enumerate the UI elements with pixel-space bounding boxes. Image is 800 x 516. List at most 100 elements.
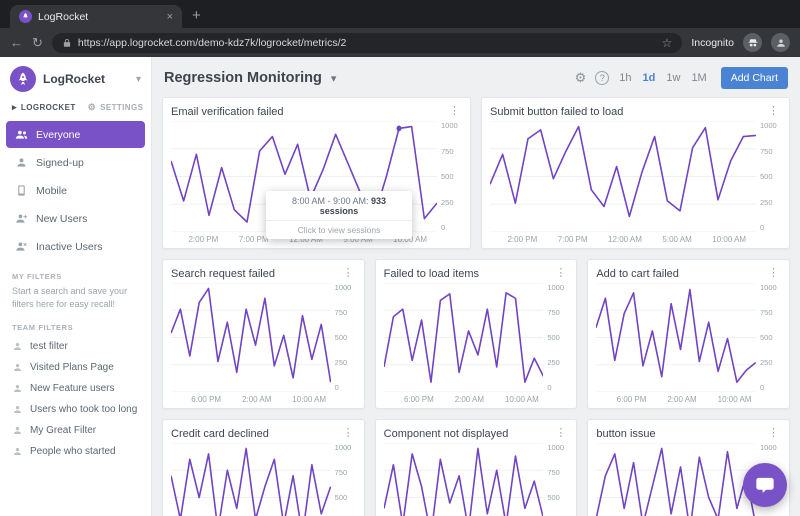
group-icon bbox=[15, 128, 28, 141]
kebab-menu-icon[interactable]: ⋮ bbox=[447, 106, 462, 117]
address-bar[interactable]: https://app.logrocket.com/demo-kdz7k/log… bbox=[52, 33, 682, 53]
x-tick-label: 10:00 AM bbox=[712, 235, 746, 245]
sidebar-item-label: Mobile bbox=[36, 185, 67, 197]
dashboard-dropdown-icon[interactable]: ▾ bbox=[331, 72, 337, 85]
y-axis-labels: 10007505002500 bbox=[756, 283, 781, 392]
y-tick-label: 1000 bbox=[760, 443, 781, 452]
chart-card: Submit button failed to load⋮10007505002… bbox=[481, 97, 790, 249]
kebab-menu-icon[interactable]: ⋮ bbox=[553, 268, 568, 279]
team-filter-label: test filter bbox=[30, 341, 68, 352]
range-1M[interactable]: 1M bbox=[691, 72, 706, 84]
team-filter-label: People who started bbox=[30, 446, 116, 457]
tab-logrocket[interactable]: ▸ LOGROCKET bbox=[12, 102, 76, 113]
y-tick-label: 1000 bbox=[547, 283, 568, 292]
kebab-menu-icon[interactable]: ⋮ bbox=[553, 428, 568, 439]
url-text: https://app.logrocket.com/demo-kdz7k/log… bbox=[78, 37, 656, 49]
my-filters-hint: Start a search and save your filters her… bbox=[0, 285, 151, 312]
team-filter-item[interactable]: My Great Filter bbox=[0, 420, 151, 441]
y-tick-label: 750 bbox=[760, 147, 781, 156]
x-tick-label: 2:00 PM bbox=[188, 235, 218, 245]
dashboard-header: Regression Monitoring ▾ ⚙ ? 1h 1d 1w 1M … bbox=[152, 57, 800, 91]
y-tick-label: 0 bbox=[441, 223, 462, 232]
team-filter-item[interactable]: test filter bbox=[0, 336, 151, 357]
settings-gear-icon[interactable]: ⚙ bbox=[575, 70, 587, 86]
y-tick-label: 250 bbox=[760, 198, 781, 207]
y-tick-label: 250 bbox=[335, 358, 356, 367]
workspace-switcher[interactable]: LogRocket ▾ bbox=[0, 57, 151, 99]
new-tab-button[interactable]: + bbox=[192, 7, 201, 24]
x-axis-labels: 6:00 PM2:00 AM10:00 AM bbox=[171, 392, 356, 405]
team-filter-label: Users who took too long bbox=[30, 404, 137, 415]
chart-card: Add to cart failed⋮100075050025006:00 PM… bbox=[587, 259, 790, 409]
kebab-menu-icon[interactable]: ⋮ bbox=[766, 428, 781, 439]
segment-list: EveryoneSigned-up Mobile New UsersInactive… bbox=[0, 121, 151, 260]
person-icon bbox=[12, 404, 23, 415]
line-chart[interactable] bbox=[384, 283, 544, 392]
person-icon bbox=[15, 156, 28, 169]
y-tick-label: 0 bbox=[760, 383, 781, 392]
y-axis-labels: 10007505002500 bbox=[437, 121, 462, 232]
y-tick-label: 0 bbox=[760, 223, 781, 232]
y-tick-label: 750 bbox=[547, 468, 568, 477]
back-button[interactable]: ← bbox=[10, 36, 23, 49]
incognito-label: Incognito bbox=[691, 37, 734, 49]
team-filter-item[interactable]: New Feature users bbox=[0, 378, 151, 399]
person-icon bbox=[12, 425, 23, 436]
team-filter-list: test filter Visited Plans PageNew Feature… bbox=[0, 336, 151, 462]
team-filter-item[interactable]: Users who took too long bbox=[0, 399, 151, 420]
help-icon[interactable]: ? bbox=[595, 71, 609, 85]
y-axis-labels: 10007505002500 bbox=[543, 283, 568, 392]
chart-title: Component not displayed bbox=[384, 428, 509, 440]
range-1d[interactable]: 1d bbox=[643, 72, 656, 84]
kebab-menu-icon[interactable]: ⋮ bbox=[766, 106, 781, 117]
tooltip-hint[interactable]: Click to view sessions bbox=[266, 220, 412, 239]
sidebar-item-signed-up[interactable]: Signed-up bbox=[6, 149, 145, 176]
line-chart[interactable] bbox=[596, 283, 756, 392]
y-tick-label: 1000 bbox=[335, 443, 356, 452]
gear-icon: ⚙ bbox=[88, 102, 96, 113]
intercom-launcher[interactable] bbox=[743, 463, 787, 507]
y-axis-labels: 10007505002500 bbox=[756, 121, 781, 232]
team-filter-label: My Great Filter bbox=[30, 425, 96, 436]
bookmark-star-icon[interactable]: ☆ bbox=[662, 36, 673, 50]
x-axis-labels: 2:00 PM7:00 PM12:00 AM5:00 AM10:00 AM bbox=[490, 232, 781, 245]
reload-button[interactable]: ↻ bbox=[32, 36, 43, 49]
range-1h[interactable]: 1h bbox=[619, 72, 631, 84]
y-tick-label: 750 bbox=[760, 308, 781, 317]
profile-avatar[interactable] bbox=[771, 33, 790, 52]
x-tick-label: 6:00 PM bbox=[404, 395, 434, 405]
kebab-menu-icon[interactable]: ⋮ bbox=[341, 268, 356, 279]
y-tick-label: 500 bbox=[547, 333, 568, 342]
kebab-menu-icon[interactable]: ⋮ bbox=[341, 428, 356, 439]
sidebar-item-mobile[interactable]: Mobile bbox=[6, 177, 145, 204]
tab-close-icon[interactable]: × bbox=[167, 11, 173, 23]
y-tick-label: 500 bbox=[441, 172, 462, 181]
sidebar-item-inactive-users[interactable]: Inactive Users bbox=[6, 233, 145, 260]
logrocket-favicon-icon bbox=[19, 10, 32, 23]
team-filter-item[interactable]: Visited Plans Page bbox=[0, 357, 151, 378]
y-tick-label: 750 bbox=[441, 147, 462, 156]
x-tick-label: 7:00 PM bbox=[558, 235, 588, 245]
range-1w[interactable]: 1w bbox=[666, 72, 680, 84]
sidebar-nav-tabs: ▸ LOGROCKET ⚙ SETTINGS bbox=[0, 99, 151, 120]
chart-card: Credit card declined⋮100075050025006:00 … bbox=[162, 419, 365, 516]
team-filter-item[interactable]: People who started bbox=[0, 441, 151, 462]
line-chart[interactable] bbox=[596, 443, 756, 516]
y-tick-label: 750 bbox=[335, 468, 356, 477]
line-chart[interactable] bbox=[171, 443, 331, 516]
sidebar-item-everyone[interactable]: Everyone bbox=[6, 121, 145, 148]
y-tick-label: 1000 bbox=[547, 443, 568, 452]
line-chart[interactable] bbox=[171, 283, 331, 392]
y-tick-label: 250 bbox=[760, 358, 781, 367]
chart-card: Failed to load items⋮100075050025006:00 … bbox=[375, 259, 578, 409]
team-filters-header: TEAM FILTERS bbox=[0, 312, 151, 336]
add-chart-button[interactable]: Add Chart bbox=[721, 67, 788, 89]
tab-settings[interactable]: ⚙ SETTINGS bbox=[88, 102, 144, 113]
sidebar-item-new-users[interactable]: New Users bbox=[6, 205, 145, 232]
kebab-menu-icon[interactable]: ⋮ bbox=[766, 268, 781, 279]
line-chart[interactable] bbox=[490, 121, 756, 232]
browser-tab[interactable]: LogRocket × bbox=[10, 5, 182, 28]
line-chart[interactable] bbox=[384, 443, 544, 516]
y-axis-labels: 10007505002500 bbox=[331, 283, 356, 392]
y-tick-label: 500 bbox=[335, 333, 356, 342]
